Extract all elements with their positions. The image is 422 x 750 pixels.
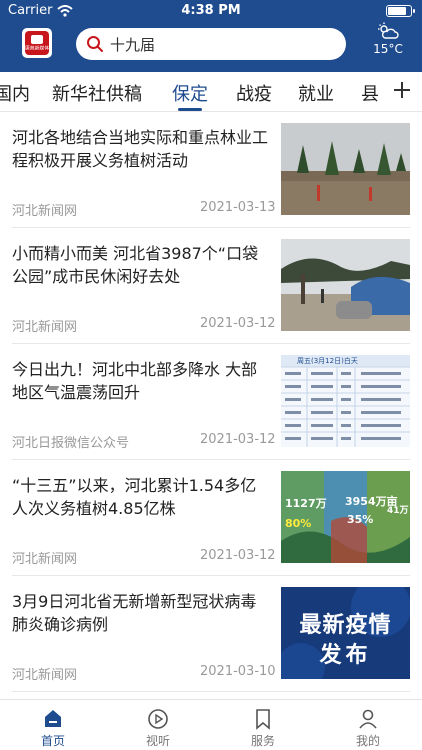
user-icon — [359, 709, 377, 729]
status-bar: Carrier 4:38 PM — [0, 0, 422, 22]
news-thumbnail: 最新疫情 发布 — [281, 587, 410, 679]
infographic-number: 35% — [347, 513, 374, 526]
nav-profile[interactable]: 我的 — [338, 708, 398, 749]
news-thumbnail — [281, 123, 410, 215]
nav-media-label: 视听 — [145, 734, 170, 748]
tab-domestic[interactable]: 国内 — [0, 80, 30, 106]
search-icon — [87, 36, 103, 52]
nav-profile-label: 我的 — [355, 734, 380, 748]
news-item[interactable]: 河北各地结合当地实际和重点林业工程积极开展义务植树活动 河北新闻网 2021-0… — [12, 112, 410, 228]
covid-banner-line1: 最新疫情 — [299, 613, 392, 638]
news-title: “十三五”以来，河北累计1.54多亿人次义务植树4.85亿株 — [12, 476, 257, 518]
news-date: 2021-03-13 — [200, 200, 276, 215]
news-thumbnail: 1127万 3954万亩 80% 35% 41万 — [281, 471, 410, 563]
active-tab-indicator — [178, 108, 202, 111]
infographic-number: 1127万 — [285, 497, 327, 510]
news-title: 小而精小而美 河北省3987个“口袋公园”成市民休闲好去处 — [12, 244, 259, 286]
news-source: 河北新闻网 — [12, 552, 78, 567]
nav-media[interactable]: 视听 — [128, 708, 188, 749]
logo-text: 唐苑新媒体 — [25, 45, 50, 51]
home-icon — [45, 710, 61, 727]
news-source: 河北新闻网 — [12, 320, 78, 335]
nav-home[interactable]: 首页 — [23, 708, 83, 749]
tab-jobs[interactable]: 就业 — [298, 80, 334, 106]
news-title: 今日出九！河北中北部多降水 大部地区气温震荡回升 — [12, 360, 258, 402]
news-date: 2021-03-10 — [200, 664, 276, 679]
search-input[interactable]: 十九届 — [76, 28, 346, 60]
infographic-number: 41万 — [387, 506, 409, 516]
news-item[interactable]: 3月9日河北省无新增新型冠状病毒肺炎确诊病例 河北新闻网 2021-03-10 … — [12, 576, 410, 692]
bottom-navigation: 首页 视听 服务 我的 — [0, 699, 422, 750]
weather-temperature: 15°C — [373, 42, 403, 56]
channel-tabs: 国内 新华社供稿 保定 战疫 就业 县 — [0, 72, 422, 112]
news-thumbnail: 周五(3月12日)白天 — [281, 355, 410, 447]
infographic-number: 80% — [285, 517, 312, 530]
tab-xinhua[interactable]: 新华社供稿 — [52, 80, 142, 106]
tab-epidemic[interactable]: 战疫 — [236, 80, 272, 106]
battery-icon — [386, 5, 415, 17]
news-date: 2021-03-12 — [200, 432, 276, 447]
tab-county[interactable]: 县 — [361, 80, 379, 106]
news-date: 2021-03-12 — [200, 316, 276, 331]
tab-baoding[interactable]: 保定 — [172, 80, 208, 106]
nav-services-label: 服务 — [250, 734, 275, 748]
nav-services[interactable]: 服务 — [233, 708, 293, 749]
news-thumbnail — [281, 239, 410, 331]
app-logo[interactable]: 唐苑新媒体 — [22, 28, 52, 58]
plus-icon[interactable] — [390, 78, 414, 102]
app-header: Carrier 4:38 PM 唐苑新媒体 十九届 15°C — [0, 0, 422, 72]
nav-home-label: 首页 — [40, 734, 65, 748]
covid-banner-line2: 发布 — [319, 643, 372, 668]
news-date: 2021-03-12 — [200, 548, 276, 563]
cloud-sun-icon — [378, 22, 399, 39]
news-source: 河北日报微信公众号 — [12, 436, 130, 451]
search-placeholder: 十九届 — [110, 35, 156, 54]
news-source: 河北新闻网 — [12, 204, 78, 219]
news-item[interactable]: 今日出九！河北中北部多降水 大部地区气温震荡回升 河北日报微信公众号 2021-… — [12, 344, 410, 460]
news-source: 河北新闻网 — [12, 668, 78, 683]
news-title: 河北各地结合当地实际和重点林业工程积极开展义务植树活动 — [12, 128, 269, 170]
news-title: 3月9日河北省无新增新型冠状病毒肺炎确诊病例 — [12, 592, 257, 634]
play-circle-icon — [148, 709, 168, 729]
weather-widget[interactable]: 15°C — [368, 22, 408, 62]
news-item[interactable]: “十三五”以来，河北累计1.54多亿人次义务植树4.85亿株 河北新闻网 202… — [12, 460, 410, 576]
news-item[interactable]: 小而精小而美 河北省3987个“口袋公园”成市民休闲好去处 河北新闻网 2021… — [12, 228, 410, 344]
status-time: 4:38 PM — [181, 3, 241, 18]
bookmark-icon — [256, 709, 270, 730]
thumb-table-header: 周五(3月12日)白天 — [297, 357, 358, 365]
